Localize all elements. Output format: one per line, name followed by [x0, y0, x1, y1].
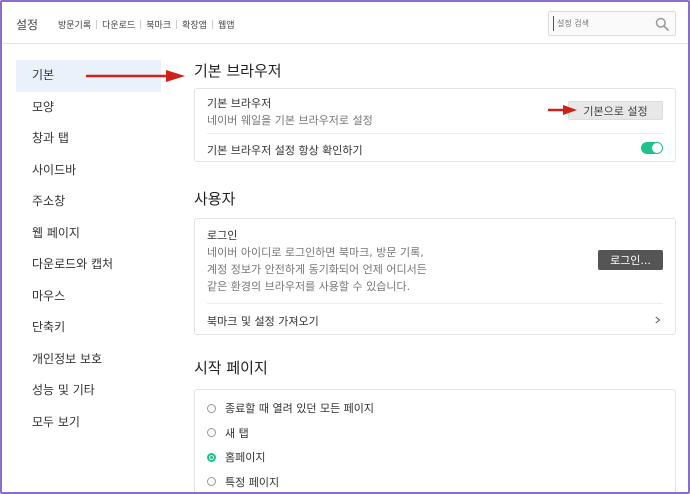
- nav-separator: [176, 20, 178, 29]
- login-desc-line: 같은 환경의 브라우저를 사용할 수 있습니다.: [207, 280, 411, 293]
- start-option-restore[interactable]: 종료할 때 열려 있던 모든 페이지: [195, 396, 675, 421]
- login-desc-line: 계정 정보가 안전하게 동기화되어 언제 어디서든: [207, 263, 427, 276]
- sidebar-item-show-all[interactable]: 모두 보기: [16, 407, 161, 439]
- always-check-label: 기본 브라우저 설정 항상 확인하기: [207, 144, 363, 157]
- section-title-user: 사용자: [194, 190, 236, 208]
- sidebar-item-privacy[interactable]: 개인정보 보호: [16, 344, 161, 376]
- default-browser-card: 기본 브라우저 네이버 웨일을 기본 브라우저로 설정 기본으로 설정 기본 브…: [194, 88, 676, 162]
- section-title-start-page: 시작 페이지: [194, 359, 268, 377]
- login-title: 로그인: [207, 229, 238, 242]
- top-bar: 설정 방문기록 다운로드 북마크 확장앱 웹앱: [2, 2, 688, 44]
- always-check-row[interactable]: 기본 브라우저 설정 항상 확인하기: [195, 134, 675, 163]
- toggle-knob: [652, 143, 662, 153]
- search-icon[interactable]: [655, 17, 669, 31]
- always-check-toggle[interactable]: [641, 142, 663, 154]
- top-nav: 방문기록 다운로드 북마크 확장앱 웹앱: [58, 18, 235, 31]
- search-box: [548, 11, 676, 36]
- section-title-default-browser: 기본 브라우저: [194, 62, 282, 80]
- import-label: 북마크 및 설정 가져오기: [207, 315, 319, 328]
- user-card: 로그인 네이버 아이디로 로그인하면 북마크, 방문 기록, 계정 정보가 안전…: [194, 218, 676, 335]
- radio-button-checked[interactable]: [207, 452, 216, 462]
- radio-button[interactable]: [207, 403, 216, 413]
- annotation-arrow-icon: [86, 70, 185, 82]
- sidebar-item-mouse[interactable]: 마우스: [16, 281, 161, 313]
- sidebar-item-appearance[interactable]: 모양: [16, 92, 161, 124]
- nav-separator: [211, 20, 213, 29]
- login-button[interactable]: 로그인...: [598, 250, 663, 270]
- chevron-right-icon: [655, 316, 661, 324]
- import-row[interactable]: 북마크 및 설정 가져오기: [195, 304, 675, 336]
- radio-button[interactable]: [207, 477, 216, 487]
- radio-label: 새 탭: [225, 426, 249, 440]
- main-content: 기본 브라우저 기본 브라우저 네이버 웨일을 기본 브라우저로 설정 기본으로…: [194, 56, 676, 494]
- nav-bookmarks-link[interactable]: 북마크: [146, 18, 171, 31]
- start-option-specific-page[interactable]: 특정 페이지: [195, 470, 675, 494]
- sidebar-item-web-page[interactable]: 웹 페이지: [16, 218, 161, 250]
- start-option-new-tab[interactable]: 새 탭: [195, 421, 675, 446]
- sidebar-item-sidebar[interactable]: 사이드바: [16, 155, 161, 187]
- start-option-homepage[interactable]: 홈페이지: [195, 445, 675, 470]
- nav-downloads-link[interactable]: 다운로드: [102, 18, 135, 31]
- nav-history-link[interactable]: 방문기록: [58, 18, 91, 31]
- radio-button[interactable]: [207, 428, 216, 438]
- login-row: 로그인 네이버 아이디로 로그인하면 북마크, 방문 기록, 계정 정보가 안전…: [195, 219, 675, 303]
- sidebar-item-performance[interactable]: 성능 및 기타: [16, 375, 161, 407]
- set-default-button[interactable]: 기본으로 설정: [568, 101, 663, 120]
- sidebar-item-windows-tabs[interactable]: 창과 탭: [16, 123, 161, 155]
- sidebar-item-downloads-capture[interactable]: 다운로드와 캡처: [16, 249, 161, 281]
- nav-webapps-link[interactable]: 웹앱: [218, 18, 235, 31]
- login-desc-line: 네이버 아이디로 로그인하면 북마크, 방문 기록,: [207, 246, 424, 259]
- radio-label: 홈페이지: [225, 451, 266, 465]
- annotation-arrow-icon: [548, 105, 577, 115]
- sidebar-item-address-bar[interactable]: 주소창: [16, 186, 161, 218]
- search-input[interactable]: [553, 16, 649, 31]
- radio-label: 특정 페이지: [225, 475, 280, 489]
- radio-label: 종료할 때 열려 있던 모든 페이지: [225, 402, 375, 416]
- nav-separator: [96, 20, 98, 29]
- app-title: 설정: [16, 18, 39, 32]
- nav-extensions-link[interactable]: 확장앱: [182, 18, 207, 31]
- sidebar: 기본 모양 창과 탭 사이드바 주소창 웹 페이지 다운로드와 캡처 마우스 단…: [16, 60, 161, 438]
- start-page-card: 종료할 때 열려 있던 모든 페이지 새 탭 홈페이지 특정 페이지: [194, 389, 676, 494]
- sidebar-item-shortcuts[interactable]: 단축키: [16, 312, 161, 344]
- default-browser-row: 기본 브라우저 네이버 웨일을 기본 브라우저로 설정 기본으로 설정: [195, 89, 675, 133]
- nav-separator: [140, 20, 142, 29]
